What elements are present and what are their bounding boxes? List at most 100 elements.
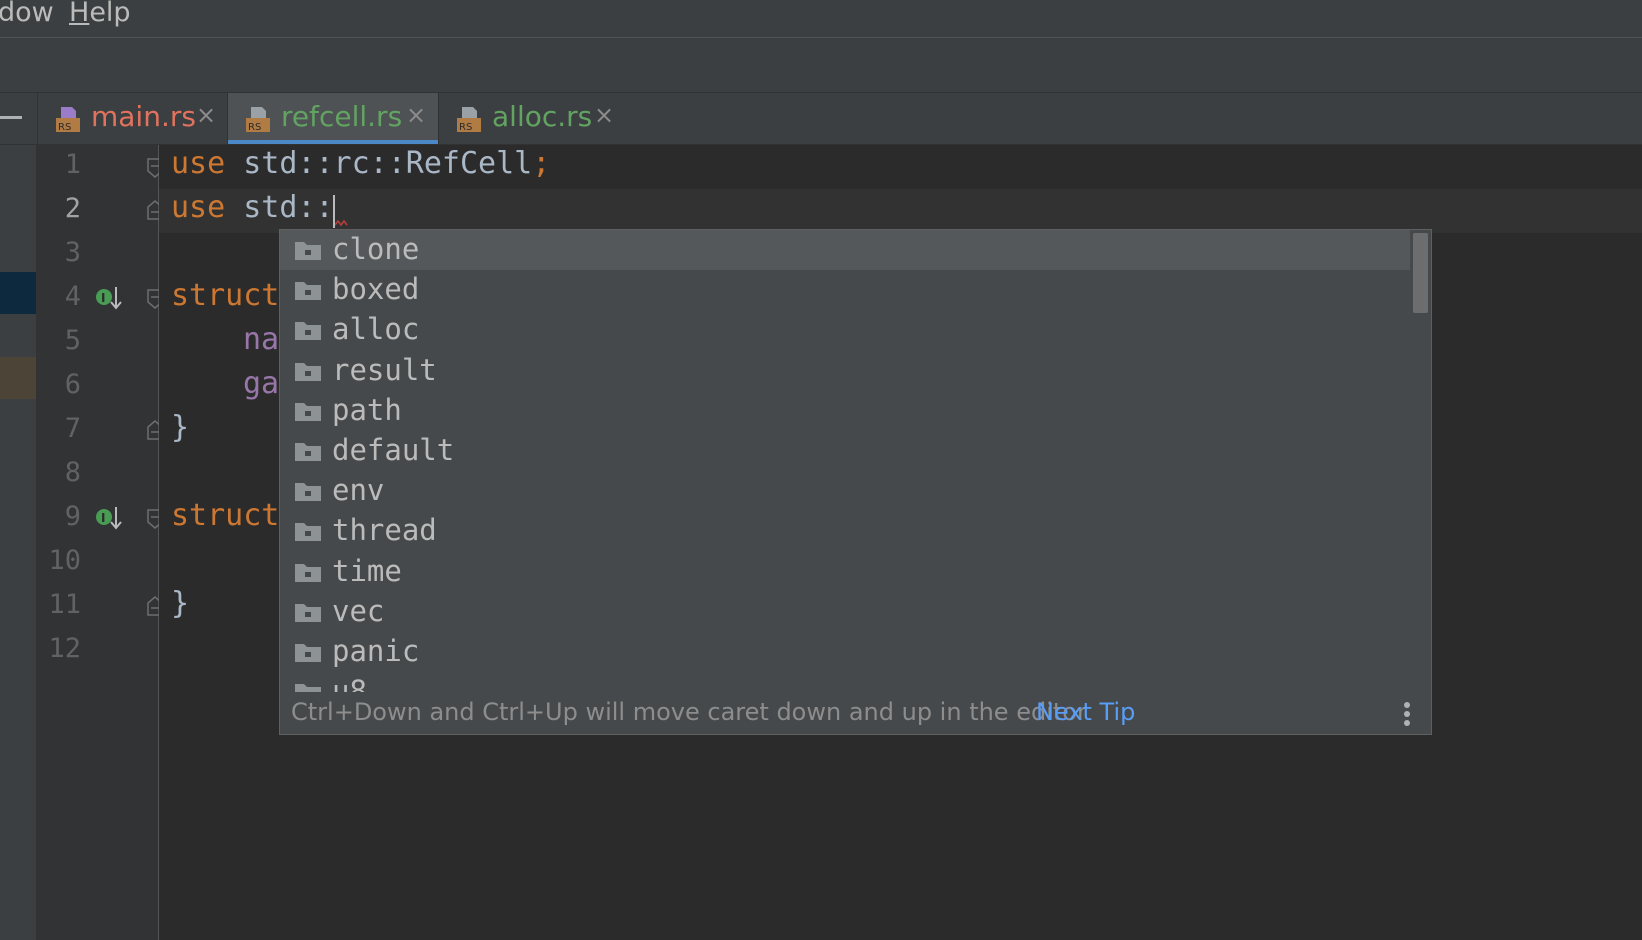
code-line-6: ga — [243, 366, 279, 401]
line-number: 2 — [64, 193, 81, 224]
field-name: ga — [243, 366, 280, 401]
line-number: 10 — [48, 545, 81, 576]
tip-text: Ctrl+Down and Ctrl+Up will move caret do… — [291, 698, 1087, 726]
completion-tip-bar: Ctrl+Down and Ctrl+Up will move caret do… — [280, 692, 1431, 734]
completion-item-label: clone — [332, 232, 420, 266]
completion-item[interactable]: alloc — [280, 310, 1410, 350]
editor-tab-bar: RS main.rs × RS refcell.rs × RS alloc.rs… — [0, 93, 1642, 145]
tool-window-marker[interactable] — [0, 357, 36, 399]
completion-item-label: boxed — [332, 272, 420, 307]
folder-icon — [295, 644, 321, 662]
tab-main-rs[interactable]: RS main.rs × — [37, 93, 227, 144]
tab-label: alloc.rs — [492, 100, 593, 133]
collapse-icon[interactable] — [0, 116, 22, 119]
completion-item-label: env — [332, 473, 385, 508]
line-number: 7 — [64, 413, 81, 444]
menu-help[interactable]: Help — [69, 0, 131, 28]
completion-item-label: path — [332, 392, 402, 427]
line-number: 5 — [64, 325, 81, 356]
folder-icon — [295, 443, 321, 461]
completion-item[interactable]: path — [280, 391, 1410, 431]
svg-text:I: I — [101, 511, 105, 525]
implemented-gutter-icon[interactable]: I — [94, 503, 124, 533]
current-line-highlight — [159, 189, 1642, 233]
keyword: use — [171, 146, 226, 181]
menu-help-mnemonic: H — [69, 0, 90, 28]
completion-item[interactable]: time — [280, 552, 1410, 592]
completion-item-label: alloc — [332, 312, 420, 347]
completion-item[interactable]: boxed — [280, 270, 1410, 310]
identifier: std:: — [225, 190, 334, 225]
tab-alloc-rs[interactable]: RS alloc.rs × — [438, 93, 625, 144]
close-icon[interactable]: × — [406, 101, 426, 129]
next-tip-link[interactable]: Next Tip — [1036, 698, 1135, 726]
line-number: 9 — [64, 501, 81, 532]
folder-icon — [295, 523, 321, 542]
implemented-gutter-icon[interactable]: I — [94, 283, 124, 313]
completion-item[interactable]: env — [280, 471, 1410, 511]
svg-text:I: I — [101, 291, 105, 305]
svg-text:RS: RS — [248, 122, 261, 133]
tool-window-marker[interactable] — [0, 272, 36, 314]
svg-text:RS: RS — [459, 122, 472, 133]
svg-text:RS: RS — [58, 122, 71, 133]
folder-icon — [295, 242, 321, 260]
code-line-2: use std:: — [171, 190, 334, 225]
completion-item[interactable]: u8 — [280, 672, 1410, 692]
rust-file-icon: RS — [246, 107, 270, 133]
completion-item-label: panic — [332, 634, 420, 668]
line-number: 8 — [64, 457, 81, 488]
menu-window-label: dow — [0, 0, 54, 28]
keyword: struct — [171, 278, 280, 313]
close-icon[interactable]: × — [594, 101, 614, 129]
completion-item[interactable]: vec — [280, 592, 1410, 632]
active-tab-indicator — [228, 140, 438, 144]
folder-icon — [295, 282, 321, 301]
more-options-icon[interactable] — [1400, 700, 1414, 728]
completion-item[interactable]: default — [280, 431, 1410, 471]
completion-item[interactable]: panic — [280, 632, 1410, 672]
code-line-5: na — [243, 322, 279, 357]
folder-icon — [295, 684, 321, 692]
menu-help-label: elp — [89, 0, 131, 28]
tab-label: refcell.rs — [281, 100, 403, 133]
code-line-11: } — [171, 586, 190, 621]
tab-refcell-rs[interactable]: RS refcell.rs × — [227, 93, 438, 144]
completion-item[interactable]: clone — [280, 230, 1410, 270]
folder-icon — [295, 603, 321, 622]
line-number: 1 — [64, 149, 81, 180]
code-line-1: use std::rc::RefCell; — [171, 146, 550, 181]
completion-item-label: vec — [332, 593, 385, 628]
code-line-9: struct — [171, 498, 279, 533]
code-line-7: } — [171, 410, 190, 445]
line-number: 3 — [64, 237, 81, 268]
tab-label: main.rs — [91, 100, 196, 133]
semicolon: ; — [532, 146, 551, 181]
completion-list[interactable]: clone boxed alloc result path default env threa… — [280, 230, 1410, 692]
close-icon[interactable]: × — [196, 101, 216, 129]
keyword: use — [171, 190, 226, 225]
folder-icon — [295, 362, 321, 381]
left-tool-strip — [0, 145, 37, 940]
menu-window[interactable]: dow — [0, 0, 54, 28]
completion-item[interactable]: result — [280, 351, 1410, 391]
folder-icon — [295, 322, 321, 341]
folder-icon — [295, 563, 321, 582]
toolbar — [0, 38, 1642, 93]
completion-item[interactable]: thread — [280, 511, 1410, 551]
completion-item-label: result — [332, 352, 437, 387]
rust-file-icon: RS — [56, 107, 80, 133]
editor-gutter: 1 2 3 4 5 6 7 8 9 10 11 12 I I — [37, 145, 163, 940]
line-number: 6 — [64, 369, 81, 400]
field-name: na — [243, 322, 280, 357]
keyword: struct — [171, 498, 280, 533]
completion-item-label: time — [332, 553, 402, 588]
folder-icon — [295, 402, 321, 421]
menu-bar: dow Help — [0, 0, 1642, 38]
completion-item-label: default — [332, 433, 455, 467]
popup-scrollbar[interactable] — [1413, 233, 1428, 313]
error-squiggle — [335, 219, 348, 227]
completion-popup[interactable]: clone boxed alloc result path default env threa… — [279, 229, 1432, 735]
completion-item-label: thread — [332, 513, 437, 548]
line-number: 4 — [64, 281, 81, 312]
